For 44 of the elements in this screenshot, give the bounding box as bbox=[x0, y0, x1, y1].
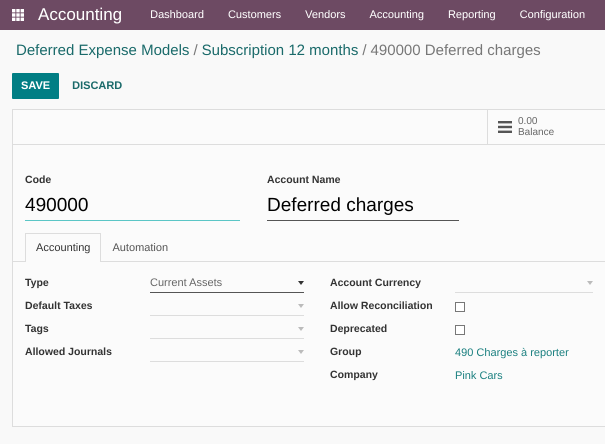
caret-icon bbox=[587, 281, 593, 286]
caret-icon bbox=[298, 304, 304, 308]
field-label: Account Currency bbox=[330, 276, 422, 291]
menu-item[interactable]: Configuration bbox=[508, 6, 598, 24]
field-label: Group bbox=[330, 344, 362, 360]
field-label: Allowed Journals bbox=[25, 344, 113, 360]
checkbox[interactable] bbox=[455, 324, 465, 335]
checkbox[interactable] bbox=[455, 302, 465, 312]
menu-item[interactable]: Dashboard bbox=[138, 6, 216, 24]
breadcrumb-separator: / bbox=[362, 42, 367, 59]
caret-icon bbox=[298, 281, 304, 286]
balance-stat-button[interactable]: 0.00 Balance bbox=[487, 110, 597, 144]
select-field[interactable]: Current Assets bbox=[150, 274, 304, 293]
field-link[interactable]: 490 Charges à reporter bbox=[455, 344, 569, 361]
text-input[interactable]: Deferred charges bbox=[267, 192, 459, 221]
save-button[interactable]: SAVE bbox=[12, 72, 60, 99]
breadcrumb-link[interactable]: Subscription 12 months bbox=[202, 42, 358, 59]
app-name: Accounting bbox=[38, 4, 122, 26]
field-label: Code bbox=[25, 173, 52, 188]
breadcrumb-current: 490000 Deferred charges bbox=[370, 42, 541, 59]
menu-item[interactable]: Customers bbox=[216, 6, 294, 24]
breadcrumb-link[interactable]: Deferred Expense Models bbox=[16, 42, 190, 59]
field-label: Type bbox=[25, 276, 50, 291]
discard-button[interactable]: DISCARD bbox=[63, 72, 132, 99]
caret-icon bbox=[298, 350, 304, 354]
menu-item[interactable]: Reporting bbox=[436, 6, 508, 24]
field-label: Default Taxes bbox=[25, 298, 94, 314]
balance-label: Balance bbox=[518, 127, 554, 138]
apps-menu-icon[interactable] bbox=[12, 9, 24, 21]
balance-value: 0.00 bbox=[518, 116, 538, 127]
field-label: Deprecated bbox=[330, 322, 388, 337]
field-link[interactable]: Pink Cars bbox=[455, 368, 503, 384]
field-label: Company bbox=[330, 368, 379, 383]
tab[interactable]: Accounting bbox=[25, 232, 102, 262]
breadcrumb-separator: / bbox=[193, 42, 198, 59]
menu-item[interactable]: Vendors bbox=[293, 6, 358, 24]
list-icon bbox=[498, 121, 512, 133]
caret-icon bbox=[298, 327, 304, 332]
menu-item[interactable]: Accounting bbox=[358, 6, 436, 24]
field-label: Account Name bbox=[267, 173, 342, 188]
tab[interactable]: Automation bbox=[101, 232, 180, 262]
field-label: Tags bbox=[25, 322, 50, 337]
field-label: Allow Reconciliation bbox=[330, 298, 434, 314]
text-input[interactable]: 490000 bbox=[25, 192, 240, 221]
